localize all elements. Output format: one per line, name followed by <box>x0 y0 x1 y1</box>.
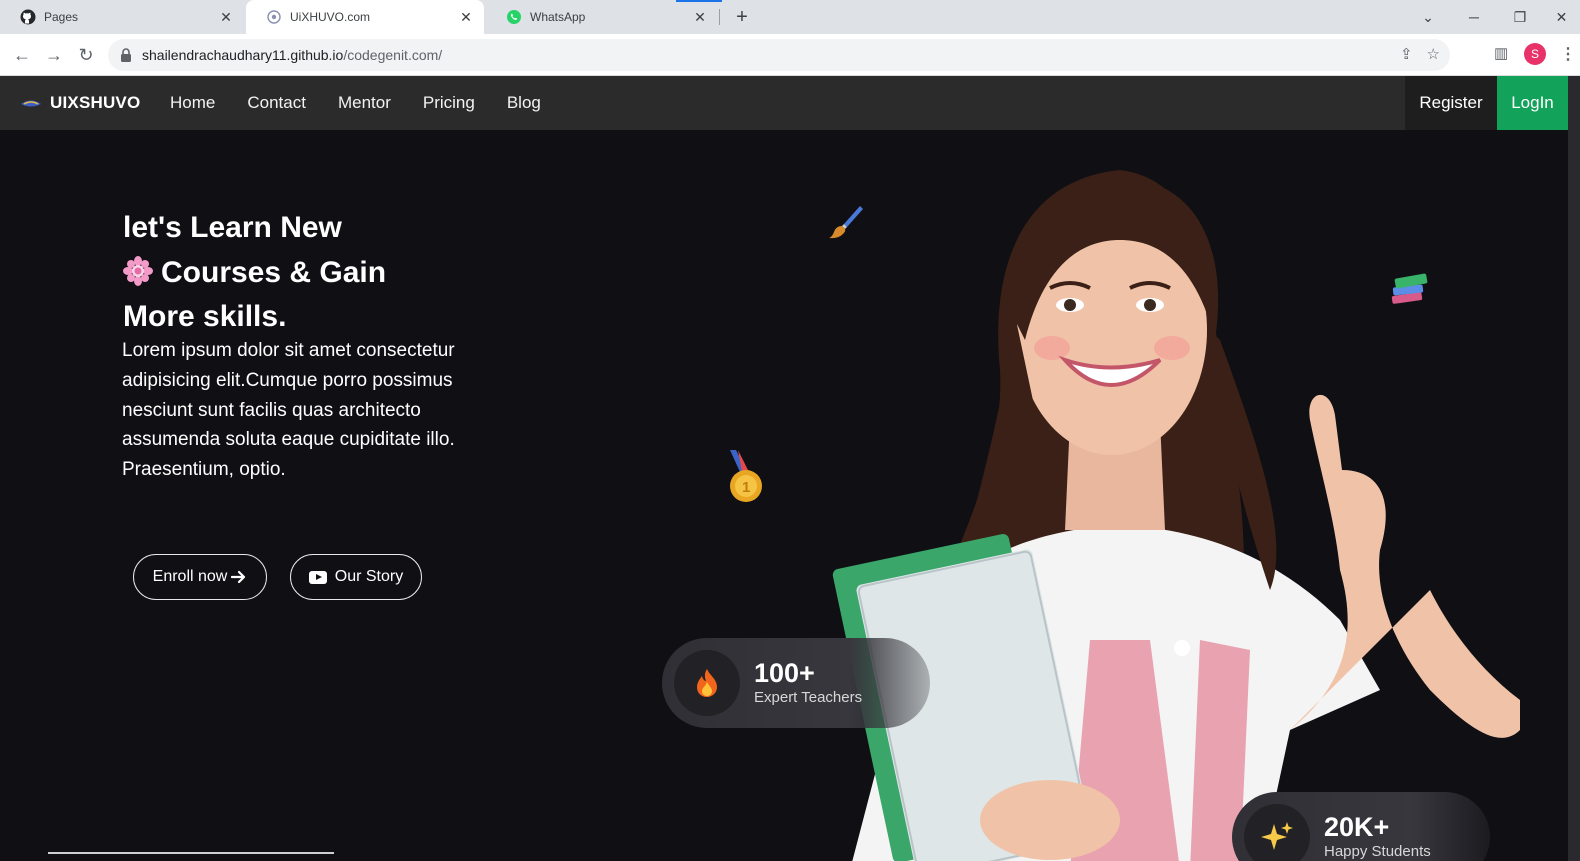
tab-search-icon[interactable]: ⌄ <box>1405 0 1451 34</box>
student-illustration <box>832 170 1520 861</box>
fire-icon <box>674 650 740 716</box>
our-story-button[interactable]: Our Story <box>290 554 422 600</box>
lock-icon <box>121 48 131 62</box>
main-nav: Home Contact Mentor Pricing Blog <box>170 76 541 130</box>
hero-section: let's Learn New Courses & Gain More skil… <box>0 130 1568 861</box>
nav-home-link[interactable]: Home <box>170 93 215 113</box>
close-tab-icon[interactable]: ✕ <box>690 7 710 27</box>
tab-whatsapp[interactable]: WhatsApp ✕ <box>486 0 718 34</box>
stat-label: Expert Teachers <box>754 689 863 706</box>
stat-value: 20K+ <box>1324 812 1390 842</box>
browser-toolbar: ← → ↻ shailendrachaudhary11.github.io/co… <box>0 34 1580 76</box>
stat-card-students: 20K+ Happy Students <box>1232 792 1490 861</box>
address-bar[interactable]: shailendrachaudhary11.github.io/codegeni… <box>108 39 1450 71</box>
hero-headline: let's Learn New Courses & Gain More skil… <box>123 206 386 340</box>
tab-title: WhatsApp <box>530 10 586 24</box>
sparkles-icon <box>1244 804 1310 861</box>
github-icon <box>20 9 36 25</box>
stat-card-teachers: 100+ Expert Teachers <box>662 638 930 728</box>
headline-line-2-text: Courses & Gain <box>161 255 387 289</box>
profile-avatar[interactable]: S <box>1524 43 1546 65</box>
reload-icon[interactable]: ↻ <box>74 43 98 67</box>
tab-title: UiXHUVO.com <box>290 10 371 24</box>
nav-contact-link[interactable]: Contact <box>247 93 306 113</box>
medal-icon: 1 <box>730 450 762 502</box>
close-tab-icon[interactable]: ✕ <box>216 7 236 27</box>
stat-label: Happy Students <box>1324 843 1431 860</box>
login-button[interactable]: LogIn <box>1497 76 1568 130</box>
close-window-icon[interactable]: ✕ <box>1543 0 1580 34</box>
nav-pricing-link[interactable]: Pricing <box>423 93 475 113</box>
site-icon <box>266 9 282 25</box>
stat-value: 100+ <box>754 658 815 688</box>
bottom-divider <box>48 852 334 854</box>
story-label: Our Story <box>334 568 404 585</box>
back-icon[interactable]: ← <box>10 43 34 67</box>
site-navbar: UIXSHUVO Home Contact Mentor Pricing Blo… <box>0 76 1568 130</box>
tab-pages[interactable]: Pages ✕ <box>0 0 244 34</box>
svg-text:1: 1 <box>742 479 750 496</box>
new-tab-icon[interactable]: + <box>730 5 754 29</box>
headline-line-1: let's Learn New <box>123 211 342 244</box>
enroll-now-button[interactable]: Enroll now <box>133 554 267 600</box>
minimize-icon[interactable]: ─ <box>1451 0 1497 34</box>
brand-logo-icon <box>21 100 41 107</box>
tab-separator <box>719 9 720 25</box>
close-tab-icon[interactable]: ✕ <box>456 7 476 27</box>
side-panel-icon[interactable]: ▥ <box>1494 44 1508 62</box>
browser-tab-bar: Pages ✕ UiXHUVO.com ✕ WhatsApp ✕ + ⌄ ─ ❐… <box>0 0 1580 34</box>
flower-icon <box>123 255 153 286</box>
enroll-label: Enroll now <box>152 568 228 585</box>
nav-mentor-link[interactable]: Mentor <box>338 93 391 113</box>
youtube-icon <box>308 570 327 584</box>
hero-description: Lorem ipsum dolor sit amet consectetur a… <box>122 340 455 481</box>
bookmark-star-icon[interactable]: ☆ <box>1427 45 1440 63</box>
register-button[interactable]: Register <box>1405 76 1497 130</box>
url-path: /codegenit.com/ <box>343 47 443 63</box>
headline-line-3: More skills. <box>123 300 287 333</box>
tab-uixhuvo-active[interactable]: UiXHUVO.com ✕ <box>246 0 484 34</box>
forward-icon[interactable]: → <box>42 43 66 67</box>
nav-blog-link[interactable]: Blog <box>507 93 541 113</box>
tab-loading-indicator <box>676 0 722 2</box>
whatsapp-icon <box>506 9 522 25</box>
page-scrollbar[interactable] <box>1568 76 1580 861</box>
tab-title: Pages <box>44 10 79 24</box>
brand[interactable]: UIXSHUVO <box>20 76 140 130</box>
headline-line-2: Courses & Gain <box>123 251 386 296</box>
share-icon[interactable]: ⇪ <box>1400 45 1413 63</box>
restore-icon[interactable]: ❐ <box>1497 0 1543 34</box>
url-host: shailendrachaudhary11.github.io <box>142 47 344 63</box>
browser-menu-icon[interactable]: ⋮ <box>1560 44 1576 64</box>
arrow-right-icon <box>231 570 246 584</box>
brand-name: UIXSHUVO <box>50 93 141 112</box>
